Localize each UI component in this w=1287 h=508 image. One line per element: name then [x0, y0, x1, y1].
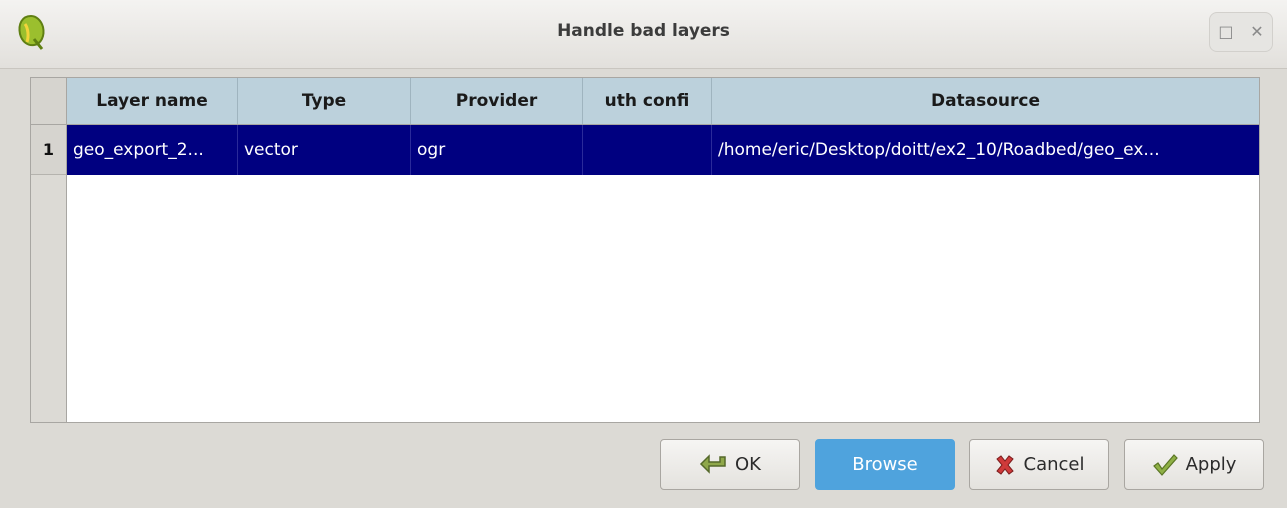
row-number[interactable]: 1 — [31, 125, 66, 175]
red-x-icon — [995, 454, 1014, 475]
column-header-datasource[interactable]: Datasource — [712, 78, 1259, 124]
cell-provider[interactable]: ogr — [411, 125, 583, 175]
table-header: Layer name Type Provider uth confi Datas… — [67, 78, 1259, 125]
table-corner[interactable] — [31, 78, 67, 125]
green-check-icon — [1152, 453, 1178, 476]
cell-datasource[interactable]: /home/eric/Desktop/doitt/ex2_10/Roadbed/… — [712, 125, 1259, 175]
apply-button[interactable]: Apply — [1124, 439, 1264, 490]
browse-label: Browse — [852, 454, 918, 475]
cell-type[interactable]: vector — [238, 125, 411, 175]
browse-button[interactable]: Browse — [815, 439, 955, 490]
row-header-column: 1 — [31, 125, 67, 422]
table-row[interactable]: geo_export_2... vector ogr /home/eric/De… — [67, 125, 1259, 175]
column-header-auth-config[interactable]: uth confi — [583, 78, 712, 124]
ok-label: OK — [735, 454, 761, 475]
title-bar[interactable]: Handle bad layers □ ✕ — [0, 0, 1287, 69]
dialog-window: Handle bad layers □ ✕ Layer name Type Pr… — [0, 0, 1287, 508]
ok-arrow-icon — [699, 453, 726, 474]
apply-label: Apply — [1185, 454, 1237, 475]
column-header-type[interactable]: Type — [238, 78, 411, 124]
bad-layers-table[interactable]: Layer name Type Provider uth confi Datas… — [30, 77, 1260, 423]
cancel-label: Cancel — [1023, 454, 1085, 475]
column-header-provider[interactable]: Provider — [411, 78, 583, 124]
maximize-icon[interactable]: □ — [1218, 24, 1233, 40]
cell-auth-config[interactable] — [583, 125, 712, 175]
cancel-button[interactable]: Cancel — [969, 439, 1109, 490]
window-controls: □ ✕ — [1209, 12, 1273, 52]
dialog-title: Handle bad layers — [557, 21, 730, 41]
cell-layer-name[interactable]: geo_export_2... — [67, 125, 238, 175]
close-icon[interactable]: ✕ — [1250, 24, 1263, 40]
column-header-layer-name[interactable]: Layer name — [67, 78, 238, 124]
ok-button[interactable]: OK — [660, 439, 800, 490]
